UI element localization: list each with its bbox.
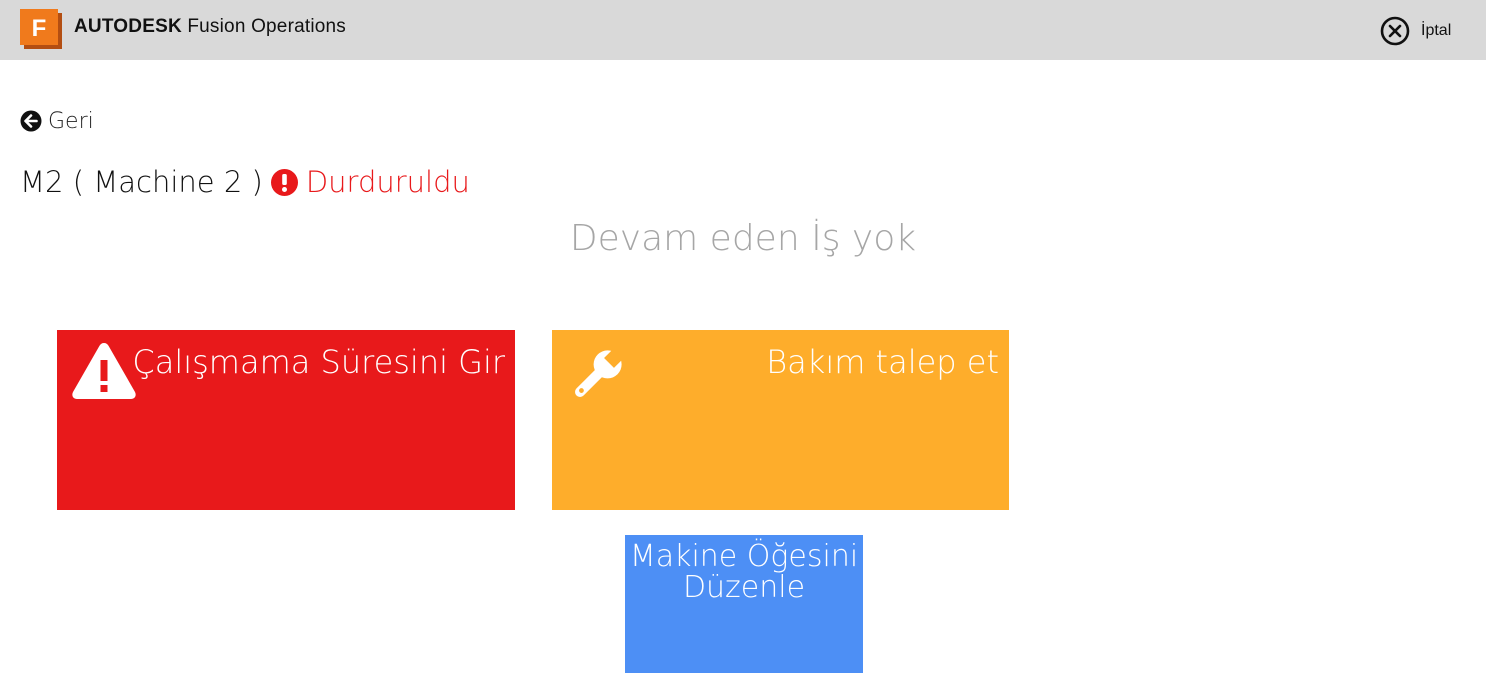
enter-downtime-tile[interactable]: Çalışmama Süresini Gir xyxy=(57,330,515,510)
brand-name: AUTODESK xyxy=(74,16,182,37)
warning-triangle-icon xyxy=(72,343,136,399)
machine-header: M2 ( Machine 2 ) Durduruldu xyxy=(20,162,470,202)
exclamation-circle-icon xyxy=(270,168,298,196)
cancel-button[interactable]: İptal xyxy=(1380,16,1451,46)
product-name: Fusion Operations xyxy=(187,16,347,37)
no-job-message: Devam eden İş yok xyxy=(569,218,917,259)
tile-label: Çalışmama Süresini Gir xyxy=(132,343,505,381)
wrench-icon xyxy=(575,346,626,397)
machine-name: M2 ( Machine 2 ) xyxy=(20,165,263,199)
tile-label: Bakım talep et xyxy=(766,343,999,381)
tile-label: Makine Öğesini Düzenle xyxy=(629,539,859,605)
request-maintenance-tile[interactable]: Bakım talep et xyxy=(552,330,1009,510)
close-circle-icon xyxy=(1380,16,1410,46)
edit-machine-item-tile[interactable]: Makine Öğesini Düzenle xyxy=(625,535,863,673)
back-label: Geri xyxy=(48,108,94,134)
logo-letter: F xyxy=(32,15,47,42)
autodesk-fusion-logo-icon: F xyxy=(20,9,62,49)
machine-status: Durduruldu xyxy=(305,165,470,199)
top-bar: F AUTODESK Fusion Operations İptal xyxy=(0,0,1486,60)
cancel-label: İptal xyxy=(1421,22,1452,39)
back-link[interactable]: Geri xyxy=(20,107,94,135)
app-title: AUTODESK Fusion Operations xyxy=(74,16,346,38)
arrow-left-circle-icon xyxy=(20,110,42,132)
